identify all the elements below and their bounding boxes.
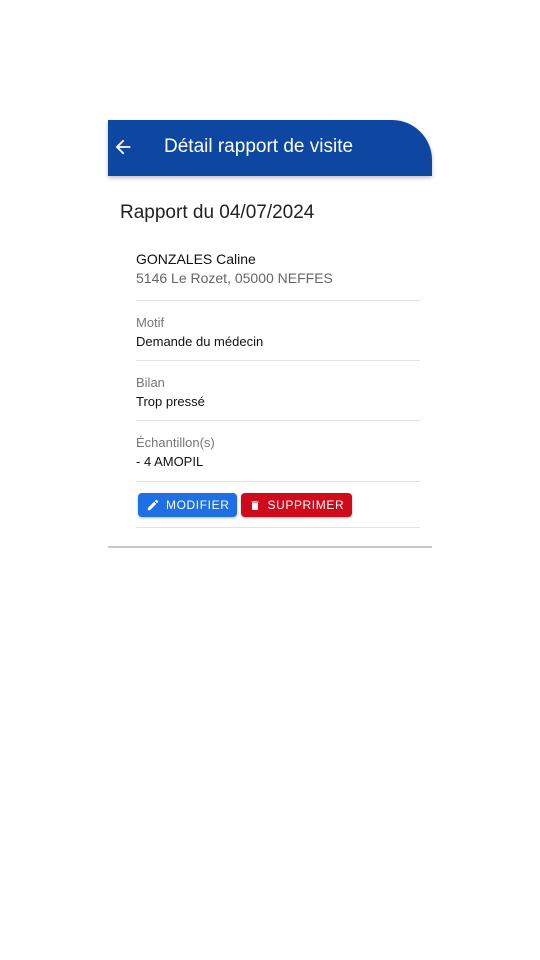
app-bar: Détail rapport de visite	[108, 120, 432, 176]
doctor-section: GONZALES Caline 5146 Le Rozet, 05000 NEF…	[136, 251, 420, 301]
samples-label: Échantillon(s)	[136, 435, 215, 450]
actions-divider	[136, 527, 420, 528]
samples-value: - 4 AMOPIL	[136, 454, 204, 469]
motif-label: Motif	[136, 315, 165, 330]
bilan-label: Bilan	[136, 375, 165, 390]
page-title: Détail rapport de visite	[164, 136, 354, 157]
motif-section: Motif Demande du médecin	[136, 315, 420, 361]
samples-section: Échantillon(s) - 4 AMOPIL	[136, 435, 420, 482]
motif-value: Demande du médecin	[136, 334, 264, 349]
edit-button[interactable]: MODIFIER	[138, 493, 238, 517]
doctor-address: 5146 Le Rozet, 05000 NEFFES	[136, 270, 333, 286]
bilan-value: Trop pressé	[136, 394, 205, 409]
pencil-icon	[147, 499, 159, 511]
delete-button-label: SUPPRIMER	[267, 498, 345, 512]
arrow-left-icon[interactable]	[112, 136, 134, 158]
report-heading: Rapport du 04/07/2024	[120, 202, 315, 223]
trash-icon	[251, 500, 259, 510]
report-detail-card: Détail rapport de visite Rapport du 04/0…	[108, 120, 432, 548]
delete-button[interactable]: SUPPRIMER	[241, 493, 353, 517]
doctor-name: GONZALES Caline	[136, 251, 256, 267]
bilan-section: Bilan Trop pressé	[136, 375, 420, 421]
report-actions: MODIFIER SUPPRIMER	[138, 493, 353, 517]
edit-button-label: MODIFIER	[166, 498, 230, 512]
